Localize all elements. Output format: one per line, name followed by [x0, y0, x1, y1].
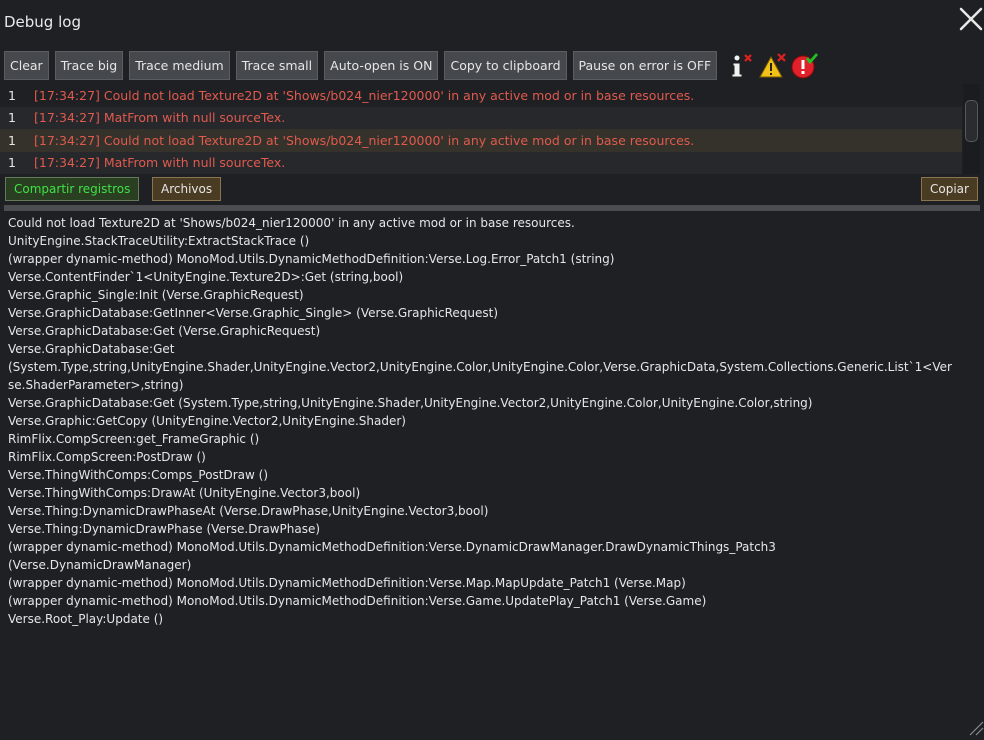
- error-filter-toggle[interactable]: [791, 52, 819, 80]
- trace-big-button[interactable]: Trace big: [54, 51, 124, 80]
- log-count: 1: [8, 87, 16, 103]
- info-filter-toggle[interactable]: [727, 52, 755, 80]
- share-logs-button[interactable]: Compartir registros: [5, 177, 140, 201]
- resize-icon: [969, 721, 984, 736]
- log-message: [17:34:27] Could not load Texture2D at '…: [34, 87, 695, 103]
- auto-open-toggle-button[interactable]: Auto-open is ON: [324, 51, 439, 80]
- log-count: 1: [8, 110, 16, 126]
- log-row[interactable]: 1 [17:34:27] Could not load Texture2D at…: [0, 84, 962, 107]
- trace-small-button[interactable]: Trace small: [235, 51, 319, 80]
- log-count: 1: [8, 155, 16, 171]
- error-enabled-icon: [791, 52, 819, 78]
- files-button[interactable]: Archivos: [152, 177, 222, 201]
- warning-filter-toggle[interactable]: [759, 52, 787, 80]
- log-message: [17:34:27] Could not load Texture2D at '…: [34, 132, 695, 148]
- splitter-bar[interactable]: [4, 205, 980, 211]
- window-title: Debug log: [4, 13, 81, 31]
- log-message: [17:34:27] MatFrom with null sourceTex.: [34, 110, 286, 126]
- log-list[interactable]: 1 [17:34:27] Could not load Texture2D at…: [0, 84, 962, 174]
- log-row[interactable]: 1 [17:34:27] MatFrom with null sourceTex…: [0, 151, 962, 174]
- clear-button[interactable]: Clear: [4, 51, 49, 80]
- log-count: 1: [8, 132, 16, 148]
- log-message: [17:34:27] MatFrom with null sourceTex.: [34, 155, 286, 171]
- close-button[interactable]: [957, 5, 984, 33]
- copy-to-clipboard-button[interactable]: Copy to clipboard: [444, 51, 567, 80]
- trace-medium-button[interactable]: Trace medium: [129, 51, 230, 80]
- resize-grip[interactable]: [966, 718, 984, 736]
- pause-on-error-toggle-button[interactable]: Pause on error is OFF: [572, 51, 718, 80]
- warning-disabled-icon: [759, 52, 787, 77]
- log-scrollbar[interactable]: [963, 84, 980, 174]
- scrollbar-thumb[interactable]: [965, 100, 978, 142]
- log-row-selected[interactable]: 1 [17:34:27] Could not load Texture2D at…: [0, 129, 962, 152]
- log-row[interactable]: 1 [17:34:27] MatFrom with null sourceTex…: [0, 106, 962, 129]
- close-icon: [959, 7, 983, 31]
- copy-button[interactable]: Copiar: [921, 177, 978, 201]
- stack-trace-text: Could not load Texture2D at 'Shows/b024_…: [8, 216, 952, 626]
- toolbar: Clear Trace big Trace medium Trace small…: [4, 51, 819, 80]
- info-disabled-icon: [731, 53, 753, 77]
